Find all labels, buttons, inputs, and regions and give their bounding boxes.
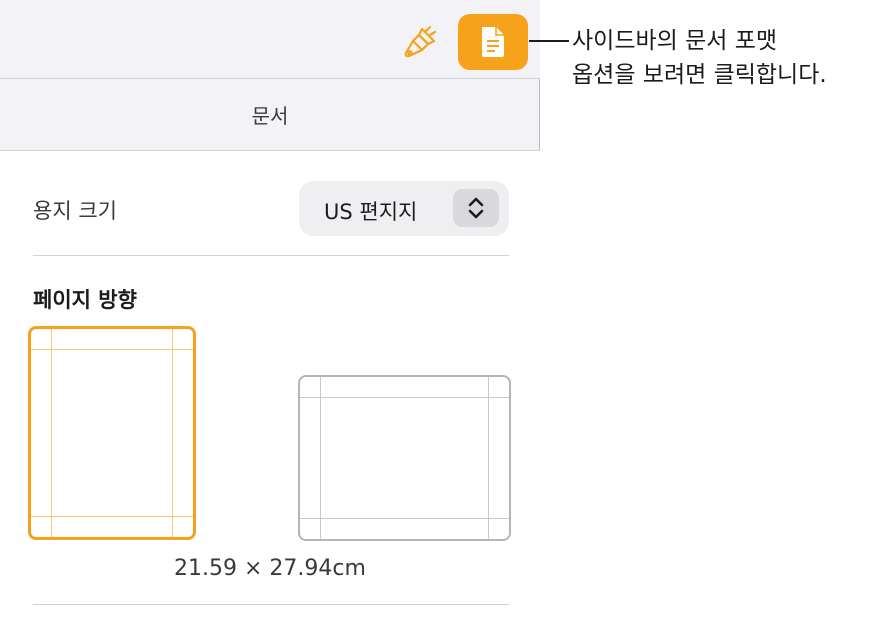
format-sidebar: 문서 용지 크기 US 편지지 페이지 방향 21.59 × 27.94cm [0, 0, 540, 624]
paper-size-label: 용지 크기 [33, 199, 117, 223]
screenshot-stage: 문서 용지 크기 US 편지지 페이지 방향 21.59 × 27.94cm 사… [0, 0, 876, 625]
guide-line [31, 516, 193, 517]
sidebar-toolbar [0, 0, 540, 79]
guide-line [31, 349, 193, 350]
divider [33, 255, 509, 256]
paper-size-select[interactable]: US 편지지 [299, 181, 509, 236]
document-button[interactable] [458, 14, 528, 70]
paper-size-row: 용지 크기 US 편지지 [33, 181, 509, 237]
chevron-up-down-icon [468, 197, 484, 219]
tab-document[interactable]: 문서 [0, 79, 540, 151]
guide-line [320, 377, 321, 539]
orientation-title: 페이지 방향 [33, 288, 137, 312]
guide-line [488, 377, 489, 539]
callout-line-2: 옵션을 보려면 클릭합니다. [572, 62, 827, 88]
divider [33, 604, 509, 605]
document-icon [482, 27, 504, 57]
guide-line [300, 518, 509, 519]
paintbrush-icon [404, 25, 437, 58]
guide-line [51, 329, 52, 537]
paper-size-stepper[interactable] [453, 189, 499, 227]
callout-line-1: 사이드바의 문서 포맷 [572, 28, 778, 54]
paper-size-value: US 편지지 [324, 200, 418, 224]
callout-text: 사이드바의 문서 포맷 옵션을 보려면 클릭합니다. [572, 24, 872, 92]
guide-line [172, 329, 173, 537]
format-button[interactable] [398, 21, 442, 65]
page-dimensions: 21.59 × 27.94cm [174, 556, 366, 581]
callout-leader-line [529, 40, 569, 42]
guide-line [300, 397, 509, 398]
document-settings-panel: 용지 크기 US 편지지 페이지 방향 21.59 × 27.94cm [0, 151, 540, 624]
tab-document-label: 문서 [251, 104, 289, 128]
portrait-orientation-option[interactable] [28, 326, 196, 540]
landscape-orientation-option[interactable] [298, 375, 511, 541]
